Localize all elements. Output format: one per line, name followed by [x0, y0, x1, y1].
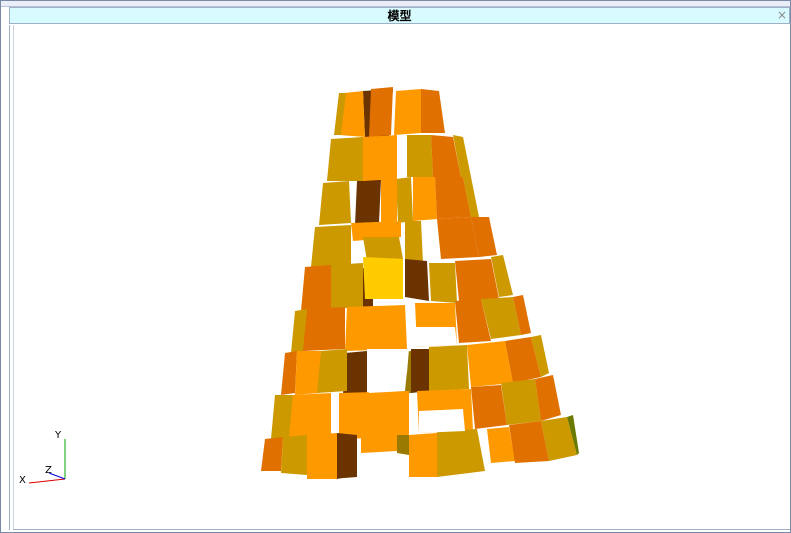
tower-model[interactable] — [261, 87, 579, 479]
close-icon[interactable]: × — [775, 8, 789, 23]
axis-triad: X Y Z — [19, 430, 66, 486]
x-axis-line — [28, 478, 66, 484]
model-window: 模型 × X Y Z — [0, 0, 791, 533]
y-axis-label: Y — [54, 430, 62, 441]
bottom-border — [13, 529, 790, 530]
model-canvas[interactable]: X Y Z — [14, 25, 790, 529]
x-axis-label: X — [19, 475, 26, 486]
window-title: 模型 — [387, 9, 412, 23]
3d-viewport[interactable]: X Y Z — [14, 25, 790, 529]
left-border — [9, 25, 10, 530]
z-axis-label: Z — [45, 465, 52, 476]
title-bar[interactable]: 模型 × — [9, 7, 790, 24]
